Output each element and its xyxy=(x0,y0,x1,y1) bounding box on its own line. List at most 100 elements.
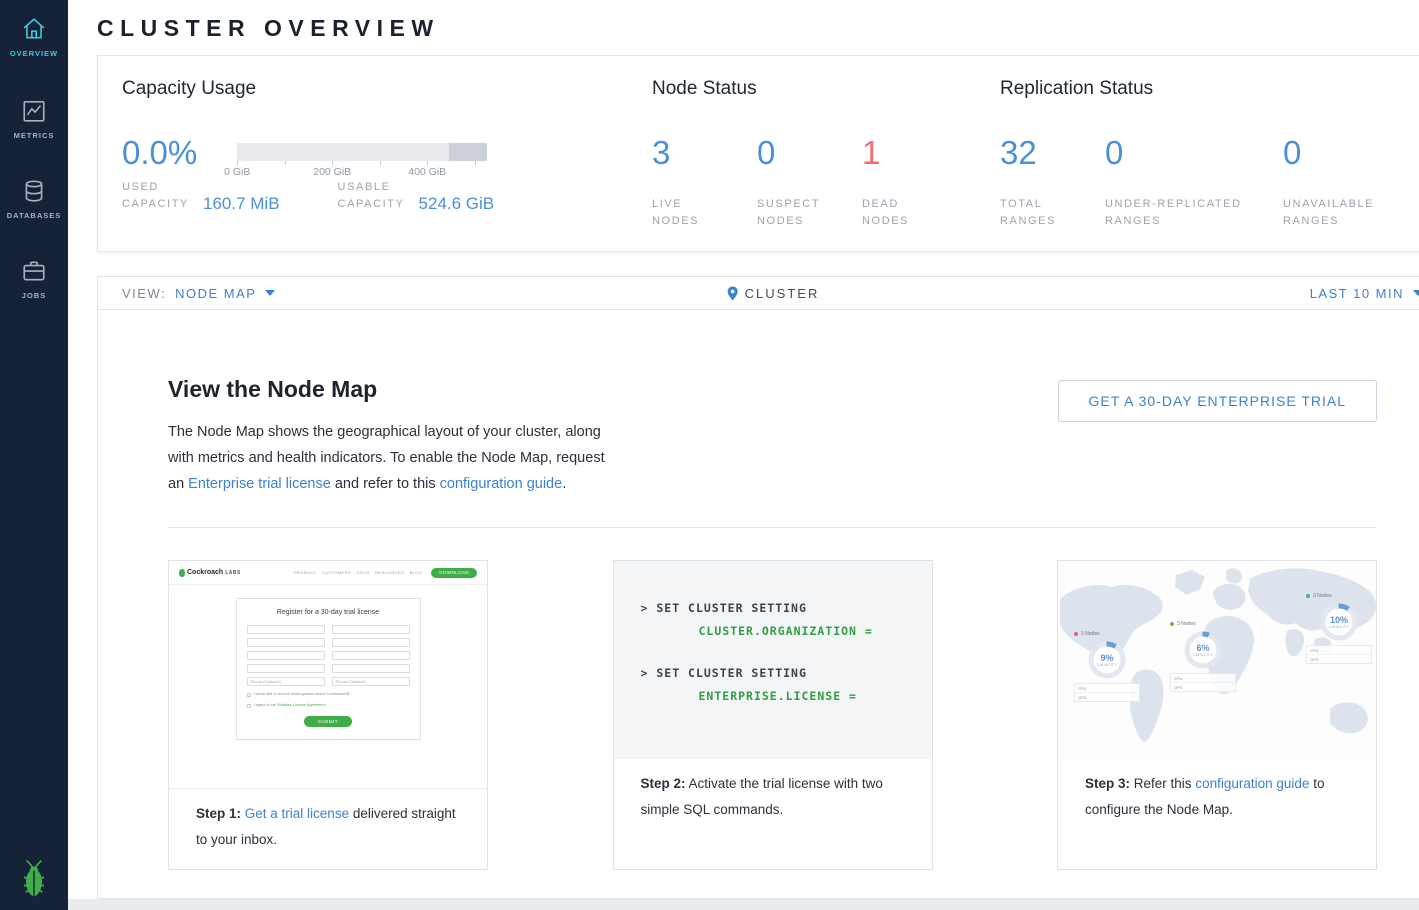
view-bar: VIEW: NODE MAP CLUSTER LAST 10 MIN xyxy=(97,276,1419,310)
mini-checkbox-row: I agree to the Software License Agreemen… xyxy=(247,703,410,708)
view-selected-value: NODE MAP xyxy=(175,286,256,301)
live-nodes-label: LIVE NODES xyxy=(652,196,757,230)
mini-download-button: DOWNLOAD xyxy=(431,568,477,578)
capacity-usage-section: Capacity Usage 0.0% xyxy=(122,78,652,229)
sql-prompt-line: > SET CLUSTER SETTING xyxy=(641,601,905,615)
capacity-used-percent: 0.0% xyxy=(122,136,197,170)
replication-status-title: Replication Status xyxy=(1000,78,1419,100)
node-map-preview: 3 Nodes 9% CAPACITY xyxy=(1058,561,1376,759)
page-title: CLUSTER OVERVIEW xyxy=(97,15,1419,42)
region-dot-icon xyxy=(1170,622,1174,626)
dead-nodes-stat: 1 DEAD NODES xyxy=(862,136,967,230)
location-pin-icon xyxy=(726,286,739,301)
dead-nodes-label: DEAD NODES xyxy=(862,196,967,230)
step-3-caption: Step 3: Refer this configuration guide t… xyxy=(1058,759,1376,839)
node-map-description: The Node Map shows the geographical layo… xyxy=(168,419,620,497)
unavailable-ranges-stat: 0 UNAVAILABLE RANGES xyxy=(1283,136,1419,230)
register-page-screenshot: Cockroach LABS PRODUCT CUSTOMERS DOCS RE… xyxy=(169,561,487,789)
briefcase-icon xyxy=(21,258,47,284)
under-replicated-ranges-stat: 0 UNDER-REPLICATED RANGES xyxy=(1105,136,1283,230)
cluster-summary-card: Capacity Usage 0.0% xyxy=(97,55,1419,252)
replication-status-section: Replication Status 32 TOTAL RANGES 0 UND… xyxy=(1000,78,1419,229)
capacity-bar: 0 GiB 200 GiB 400 GiB xyxy=(237,143,487,179)
capacity-bar-segment xyxy=(449,143,487,161)
step-2-card: > SET CLUSTER SETTING CLUSTER.ORGANIZATI… xyxy=(613,560,933,870)
sql-setting-line: ENTERPRISE.LICENSE = xyxy=(699,689,905,703)
step-label: Step 1: xyxy=(196,806,241,821)
enterprise-trial-license-link[interactable]: Enterprise trial license xyxy=(188,476,331,492)
database-icon xyxy=(21,178,47,204)
description-text: . xyxy=(562,476,566,492)
unavailable-ranges-value: 0 xyxy=(1283,136,1419,170)
suspect-nodes-label: SUSPECT NODES xyxy=(757,196,862,230)
metrics-chart-icon xyxy=(21,98,47,124)
step-2-caption: Step 2: Activate the trial license with … xyxy=(614,759,932,839)
usable-capacity-value: 524.6 GiB xyxy=(419,194,495,213)
sidebar-item-label: DATABASES xyxy=(7,211,62,220)
used-capacity-value: 160.7 MiB xyxy=(203,194,280,213)
sql-setting-line: CLUSTER.ORGANIZATION = xyxy=(699,624,905,638)
capacity-axis-tick: 400 GiB xyxy=(408,166,446,178)
mini-bug-icon xyxy=(179,569,185,577)
page-bottom-gutter xyxy=(68,899,1419,910)
node-map-panel: View the Node Map The Node Map shows the… xyxy=(97,310,1419,899)
region-dot-icon xyxy=(1074,632,1078,636)
total-ranges-stat: 32 TOTAL RANGES xyxy=(1000,136,1105,230)
region-stats-widget: 3 Nodes 10% CAPACITY xyxy=(1306,593,1372,664)
step-1-caption: Step 1: Get a trial license delivered st… xyxy=(169,789,487,869)
used-capacity-stat: USED CAPACITY 160.7 MiB xyxy=(122,179,280,213)
mini-checkbox-row: I would like to receive email updates ab… xyxy=(247,692,410,697)
divider xyxy=(168,527,1377,528)
sidebar-item-label: JOBS xyxy=(22,291,46,300)
configuration-guide-link[interactable]: configuration guide xyxy=(1195,776,1309,791)
sidebar-item-label: METRICS xyxy=(14,131,55,140)
suspect-nodes-value: 0 xyxy=(757,136,862,170)
capacity-axis-tick: 200 GiB xyxy=(313,166,351,178)
chevron-down-icon xyxy=(1413,290,1419,296)
used-capacity-label: USED CAPACITY xyxy=(122,179,189,213)
time-range-dropdown[interactable]: LAST 10 MIN xyxy=(1310,286,1419,301)
sidebar-item-databases[interactable]: DATABASES xyxy=(0,160,68,240)
total-ranges-label: TOTAL RANGES xyxy=(1000,196,1105,230)
cockroach-logo[interactable] xyxy=(0,858,68,898)
view-label: VIEW: xyxy=(122,286,166,301)
step-label: Step 2: xyxy=(641,776,686,791)
home-icon xyxy=(21,16,47,42)
capacity-usage-title: Capacity Usage xyxy=(122,78,652,100)
sql-prompt-line: > SET CLUSTER SETTING xyxy=(641,666,905,680)
configuration-guide-link[interactable]: configuration guide xyxy=(440,476,563,492)
usable-capacity-label: USABLE CAPACITY xyxy=(338,179,405,213)
cluster-breadcrumb-label: CLUSTER xyxy=(745,286,820,301)
dead-nodes-value: 1 xyxy=(862,136,967,170)
node-status-section: Node Status 3 LIVE NODES 0 SUSPECT NODES… xyxy=(652,78,1000,229)
live-nodes-stat: 3 LIVE NODES xyxy=(652,136,757,230)
under-replicated-ranges-value: 0 xyxy=(1105,136,1283,170)
mini-nav: PRODUCT CUSTOMERS DOCS RESOURCES BLOG xyxy=(294,570,422,575)
suspect-nodes-stat: 0 SUSPECT NODES xyxy=(757,136,862,230)
sidebar: OVERVIEW METRICS DATABASES JOBS xyxy=(0,0,68,910)
node-map-intro: View the Node Map The Node Map shows the… xyxy=(168,376,620,497)
node-map-title: View the Node Map xyxy=(168,376,620,403)
sidebar-item-jobs[interactable]: JOBS xyxy=(0,240,68,320)
sidebar-item-label: OVERVIEW xyxy=(10,49,58,58)
get-trial-license-link[interactable]: Get a trial license xyxy=(245,806,349,821)
step-label: Step 3: xyxy=(1085,776,1130,791)
unavailable-ranges-label: UNAVAILABLE RANGES xyxy=(1283,196,1419,230)
cluster-breadcrumb[interactable]: CLUSTER xyxy=(726,286,820,301)
usable-capacity-stat: USABLE CAPACITY 524.6 GiB xyxy=(338,179,495,213)
view-selector-dropdown[interactable]: VIEW: NODE MAP xyxy=(122,286,275,301)
sidebar-item-metrics[interactable]: METRICS xyxy=(0,80,68,160)
total-ranges-value: 32 xyxy=(1000,136,1105,170)
enterprise-trial-button[interactable]: GET A 30-DAY ENTERPRISE TRIAL xyxy=(1058,380,1378,422)
sql-commands-snippet: > SET CLUSTER SETTING CLUSTER.ORGANIZATI… xyxy=(614,561,932,759)
mini-register-form: Register for a 30-day trial license Phon… xyxy=(236,598,421,740)
live-nodes-value: 3 xyxy=(652,136,757,170)
chevron-down-icon xyxy=(265,290,275,296)
capacity-axis-tick: 0 GiB xyxy=(224,166,250,178)
sidebar-item-overview[interactable]: OVERVIEW xyxy=(0,0,68,80)
step-3-card: 3 Nodes 9% CAPACITY xyxy=(1057,560,1377,870)
app-window: OVERVIEW METRICS DATABASES JOBS xyxy=(0,0,1419,910)
mini-form-title: Register for a 30-day trial license xyxy=(247,609,410,616)
time-range-value: LAST 10 MIN xyxy=(1310,286,1404,301)
cockroach-bug-icon xyxy=(19,858,49,898)
